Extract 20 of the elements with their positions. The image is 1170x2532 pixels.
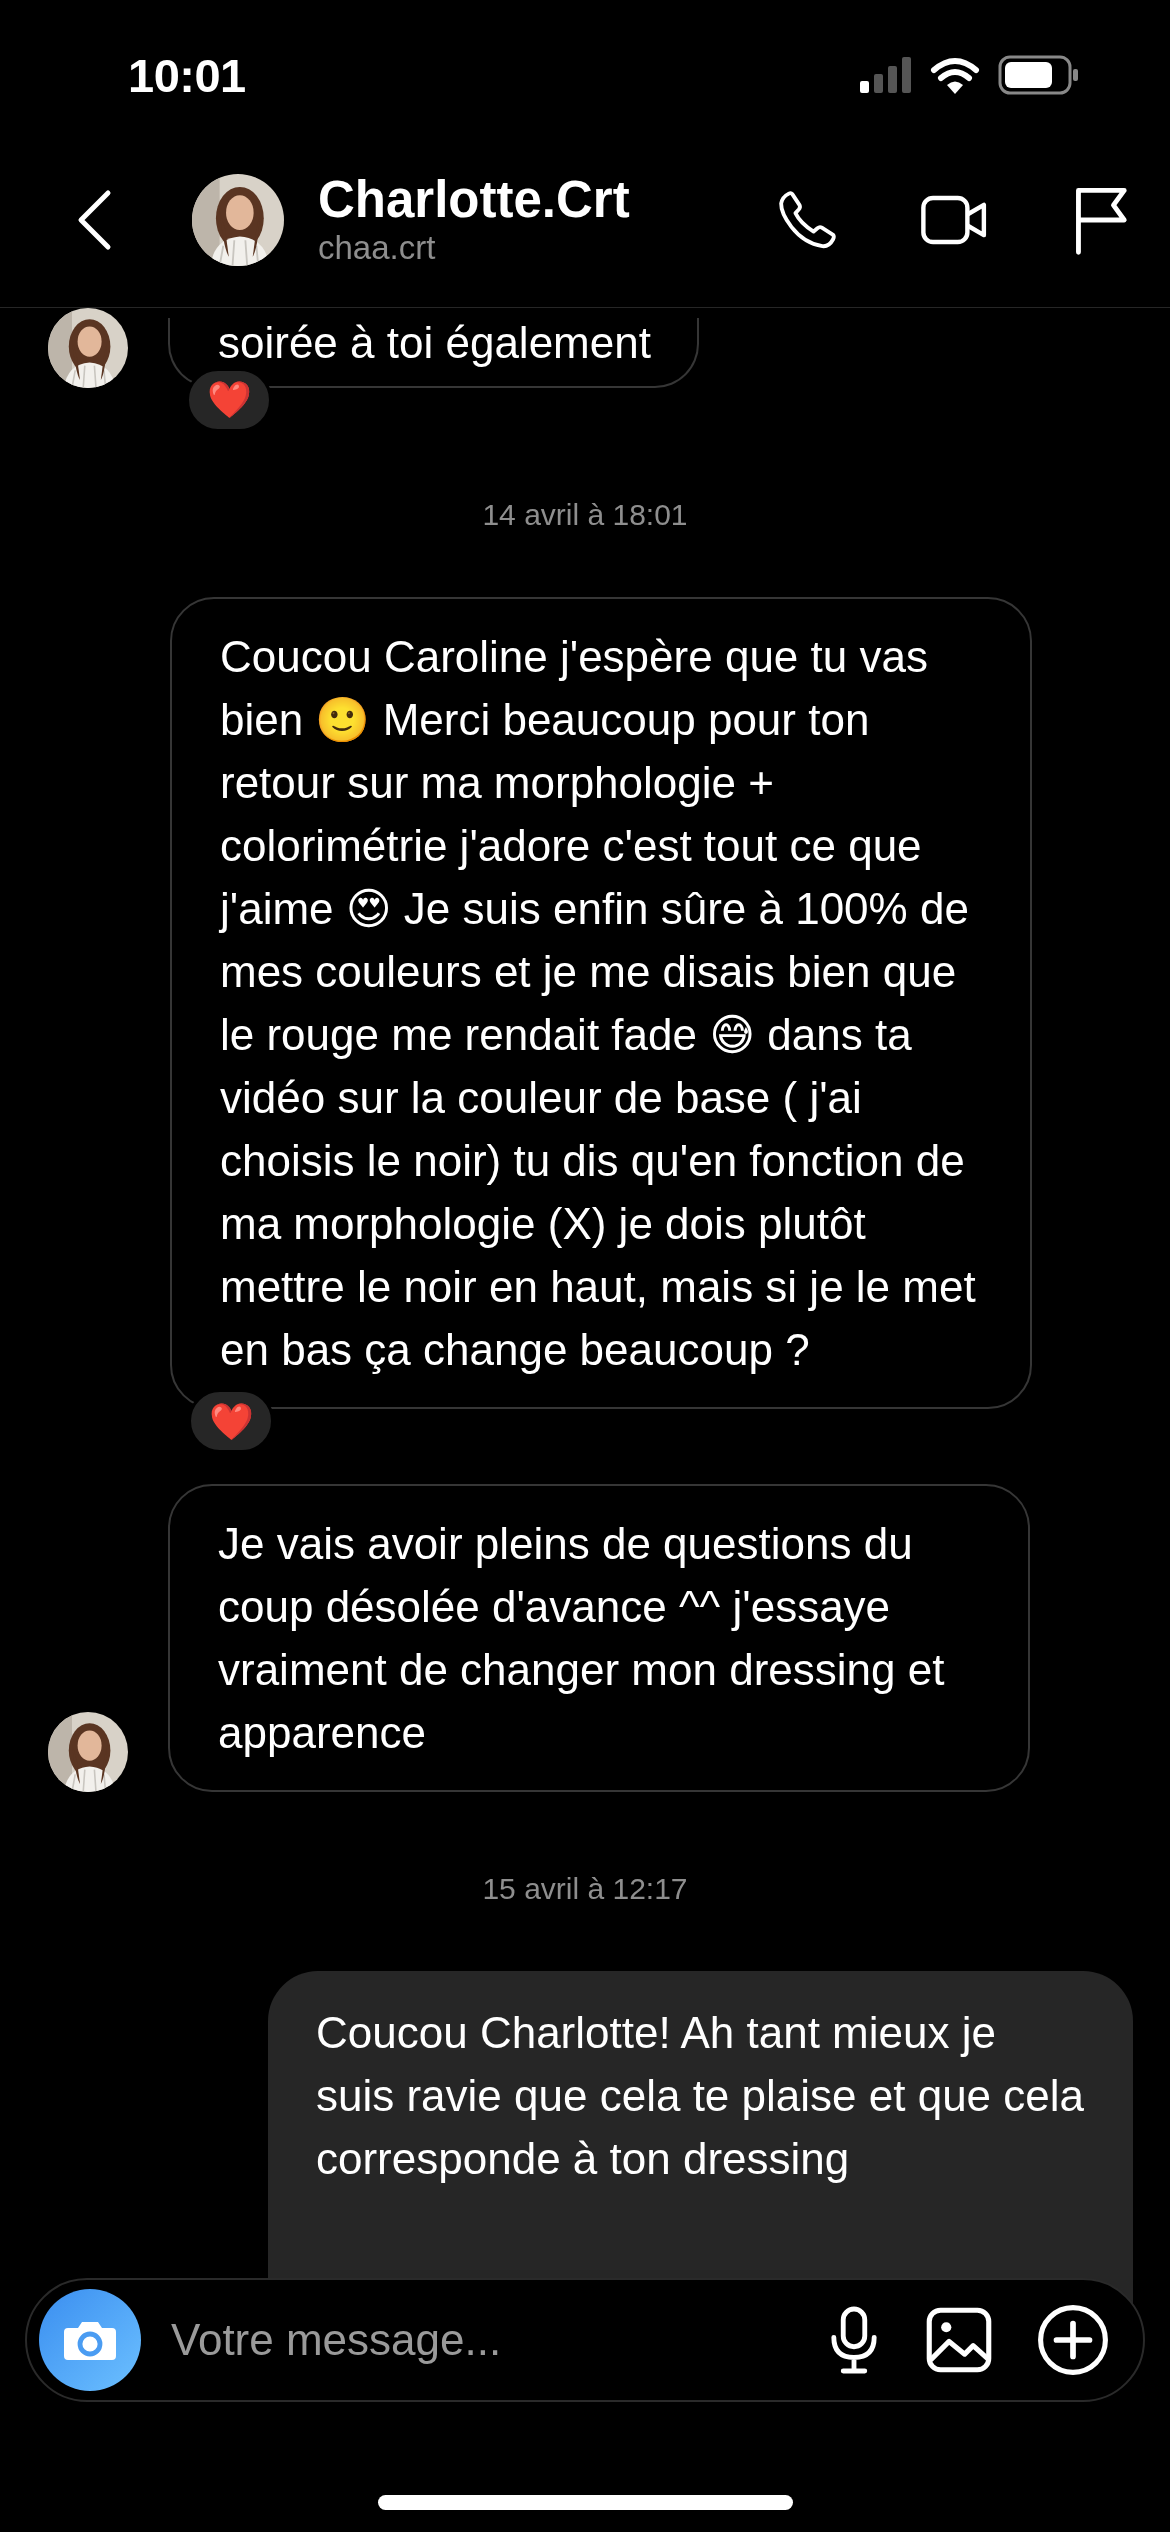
signal-icon xyxy=(860,57,912,93)
message-bubble: Je vais avoir pleins de questions du coup désolée d'avance ^^ j'essaye vraiment de changer mon dressing et apparence xyxy=(168,1484,1030,1792)
contact-name[interactable]: Charlotte.Crt xyxy=(318,171,696,228)
message-composer[interactable]: Votre message... xyxy=(25,2278,1145,2402)
add-button[interactable] xyxy=(1037,2304,1109,2376)
wifi-icon xyxy=(930,56,980,94)
timestamp: 14 avril à 18:01 xyxy=(481,498,689,532)
gallery-button[interactable] xyxy=(925,2306,993,2374)
camera-button[interactable] xyxy=(39,2289,141,2391)
timestamp: 15 avril à 12:17 xyxy=(481,1872,689,1906)
back-button[interactable] xyxy=(76,188,112,251)
reaction-badge[interactable]: ❤ xyxy=(186,368,272,432)
battery-icon xyxy=(998,55,1080,95)
message-input[interactable]: Votre message... xyxy=(169,2314,783,2366)
reaction-badge[interactable]: ❤ xyxy=(188,1389,274,1453)
username: chaa.crt xyxy=(318,227,437,268)
image-icon xyxy=(925,2306,993,2374)
plus-icon xyxy=(1037,2304,1109,2376)
clock: 10:01 xyxy=(128,47,246,103)
back-icon xyxy=(76,188,112,251)
